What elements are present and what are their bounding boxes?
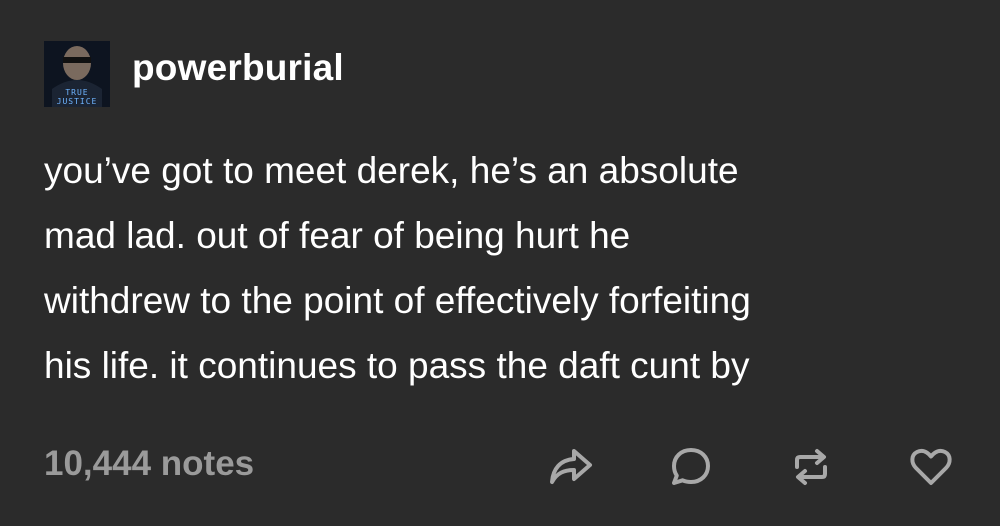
post-header: TRUE JUSTICE powerburial (44, 41, 344, 107)
reblog-icon (795, 449, 827, 485)
comment-bubble-icon (672, 448, 710, 485)
post-body: you’ve got to meet derek, he’s an absolu… (44, 138, 974, 398)
notes-count[interactable]: 10,444 notes (44, 444, 254, 484)
post-body-line: withdrew to the point of effectively for… (44, 280, 751, 321)
username-link[interactable]: powerburial (132, 47, 344, 89)
avatar-caption-line1: TRUE (65, 88, 89, 97)
reply-button[interactable] (666, 442, 716, 492)
post-actions (476, 442, 956, 492)
post-body-line: his life. it continues to pass the daft … (44, 345, 750, 386)
avatar-caption-line2: JUSTICE (56, 97, 98, 106)
heart-icon (910, 448, 952, 485)
post-body-line: you’ve got to meet derek, he’s an absolu… (44, 150, 739, 191)
share-arrow-icon (550, 449, 592, 484)
reblog-button[interactable] (786, 442, 836, 492)
share-button[interactable] (546, 442, 596, 492)
like-button[interactable] (906, 442, 956, 492)
post-card: TRUE JUSTICE powerburial you’ve got to m… (0, 0, 1000, 526)
post-footer: 10,444 notes (44, 436, 956, 496)
post-body-line: mad lad. out of fear of being hurt he (44, 215, 631, 256)
avatar[interactable]: TRUE JUSTICE (44, 41, 110, 107)
